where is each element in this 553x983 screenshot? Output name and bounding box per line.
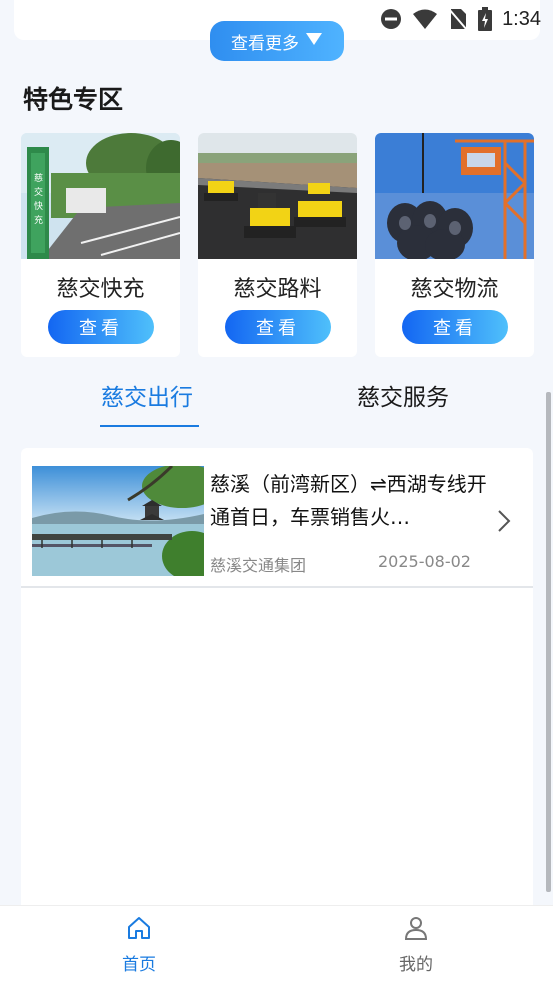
section-title: 特色专区: [23, 85, 124, 114]
view-button-road-materials[interactable]: 查看: [225, 310, 331, 344]
road-rollers-paving-photo: [198, 133, 357, 259]
feature-name: 慈交路料: [233, 277, 322, 302]
wifi-icon: [412, 8, 438, 30]
feature-card-logistics[interactable]: 慈交物流 查看: [375, 133, 534, 357]
news-list: 慈溪（前湾新区）⇌西湖专线开通首日，车票销售火… 慈溪交通集团 2025-08-…: [21, 448, 533, 918]
svg-text:慈: 慈: [34, 172, 43, 184]
status-time: 1:34: [502, 7, 541, 30]
bottom-nav: 首页 我的: [0, 905, 553, 983]
do-not-disturb-icon: [380, 8, 402, 30]
home-icon: [125, 917, 153, 946]
scrollbar[interactable]: [546, 392, 551, 892]
svg-text:充: 充: [34, 214, 43, 226]
status-bar: 1:34: [380, 0, 553, 38]
news-item[interactable]: 慈溪（前湾新区）⇌西湖专线开通首日，车票销售火… 慈溪交通集团 2025-08-…: [21, 448, 533, 588]
view-button-charging[interactable]: 查看: [48, 310, 154, 344]
news-source: 慈溪交通集团: [210, 556, 307, 575]
chevron-right-icon: [496, 508, 512, 538]
news-date: 2025-08-02: [378, 552, 471, 571]
svg-text:快: 快: [34, 200, 43, 212]
nav-mine-label: 我的: [399, 955, 433, 975]
view-more-button[interactable]: 查看更多: [210, 21, 344, 61]
tab-service[interactable]: 慈交服务: [357, 378, 449, 412]
news-title: 慈溪（前湾新区）⇌西湖专线开通首日，车票销售火…: [210, 472, 487, 529]
feature-name: 慈交物流: [410, 277, 499, 302]
svg-text:交: 交: [34, 186, 43, 198]
category-tabs: 慈交出行 慈交服务: [0, 378, 553, 428]
triangle-down-icon: [305, 31, 323, 51]
nav-mine[interactable]: 我的: [376, 914, 456, 975]
tab-travel[interactable]: 慈交出行: [101, 378, 193, 412]
tab-underline: [100, 425, 199, 427]
featured-row: 慈 交 快 充 慈交快充 查看 慈交路料 查看 慈交物流 查看: [21, 133, 534, 357]
west-lake-pavilion-photo: [32, 466, 204, 576]
no-sim-icon: [448, 7, 468, 31]
view-more-label: 查看更多: [231, 33, 299, 54]
nav-home[interactable]: 首页: [99, 914, 179, 975]
feature-card-charging[interactable]: 慈 交 快 充 慈交快充 查看: [21, 133, 180, 357]
user-icon: [402, 917, 430, 946]
view-button-logistics[interactable]: 查看: [402, 310, 508, 344]
ev-charging-parking-photo: 慈 交 快 充: [21, 133, 180, 259]
nav-home-label: 首页: [122, 955, 156, 975]
steel-coils-crane-photo: [375, 133, 534, 259]
battery-charging-icon: [478, 7, 493, 31]
feature-name: 慈交快充: [56, 277, 145, 302]
feature-card-road-materials[interactable]: 慈交路料 查看: [198, 133, 357, 357]
